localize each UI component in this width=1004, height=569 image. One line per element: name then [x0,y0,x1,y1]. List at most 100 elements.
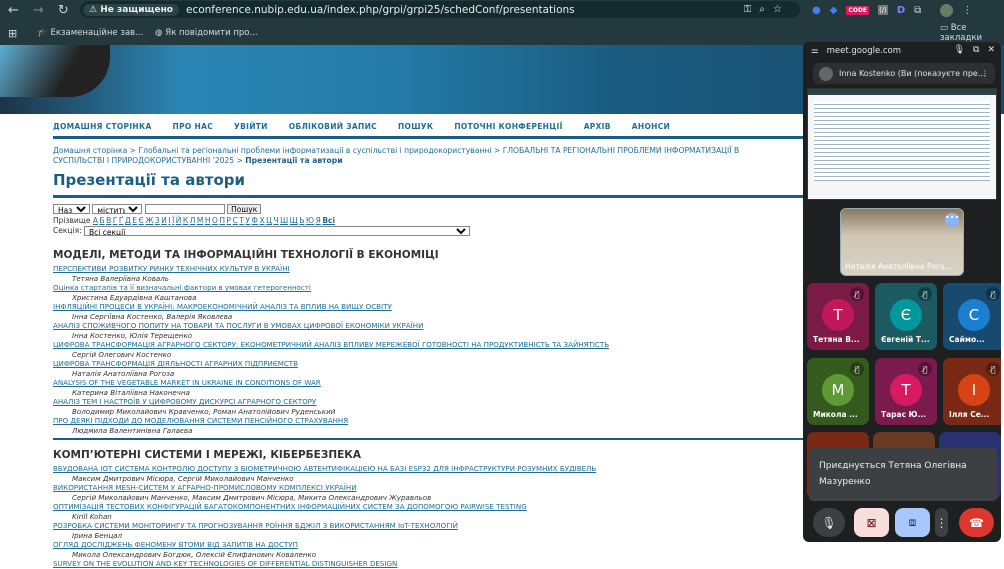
letter-link[interactable]: Е [132,216,137,225]
back-to-tab-icon[interactable]: ⧉ [973,45,979,55]
letter-link[interactable]: Ї [172,216,174,225]
extension-code-icon[interactable]: CODE [846,5,870,15]
screen-share-preview[interactable] [807,88,997,200]
mic-button[interactable]: 🎙 [813,508,845,537]
search-button[interactable]: Пошук [227,204,262,214]
menu-icon[interactable]: ⋮ [962,5,972,16]
letter-link[interactable]: Ж [145,216,153,225]
participant-tile[interactable]: 🎙̸ І Ілля Се... [943,358,1001,425]
presentation-title-link[interactable]: ПРО ДЕЯКІ ПІДХОДИ ДО МОДЕЛЮВАННЯ СИСТЕМИ… [53,416,609,426]
more-icon[interactable]: ••• [945,213,959,227]
presentation-title-link[interactable]: АНАЛІЗ СПОЖИВЧОГО ПОПИТУ НА ТОВАРИ ТА ПО… [53,321,609,331]
letter-link[interactable]: С [233,216,238,225]
extension-blue-icon[interactable]: ● [812,5,821,16]
bookmark-item[interactable]: 🎓 Екзаменаційне зав... [37,28,143,38]
breadcrumb-conference[interactable]: Глобальні та регіональні проблеми інформ… [138,146,491,155]
letter-link[interactable]: М [197,216,203,225]
letter-all-link[interactable]: Всі [322,216,335,225]
letter-link[interactable]: Ц [266,216,272,225]
breadcrumb-home[interactable]: Домашня сторінка [53,146,127,155]
letter-link[interactable]: Т [239,216,244,225]
letter-link[interactable]: Є [139,216,144,225]
presentation-title-link[interactable]: АНАЛІЗ ТЕМ І НАСТРОЇВ У ЦИФРОВОМУ ДИСКУР… [53,397,609,407]
leave-call-button[interactable]: ☎ [959,508,994,537]
password-key-icon[interactable]: ⚿ [744,4,760,15]
present-button[interactable]: ⧈ [895,508,930,537]
address-bar[interactable]: ⚠ Не защищено econference.nubip.edu.ua/i… [80,1,800,18]
presentation-title-link[interactable]: ANALYSIS OF THE VEGETABLE MARKET IN UKRA… [53,378,609,388]
nav-item[interactable]: УВІЙТИ [234,122,268,131]
search-field-select[interactable]: Назва [53,204,90,214]
letter-link[interactable]: О [212,216,218,225]
presentation-title-link[interactable]: ВИКОРИСТАННЯ MESH-СИСТЕМ У АГРАРНО-ПРОМИ… [53,483,596,493]
profile-avatar[interactable] [940,3,954,17]
presentation-title-link[interactable]: ВБУДОВАНА IOT СИСТЕМА КОНТРОЛЮ ДОСТУПУ З… [53,464,596,474]
all-bookmarks[interactable]: ▭ Все закладки [940,23,1004,43]
letter-link[interactable]: А [93,216,98,225]
letter-link[interactable]: У [245,216,250,225]
extension-devtools-icon[interactable]: ⟨/⟩ [878,5,888,15]
letter-link[interactable]: К [183,216,188,225]
participant-tile[interactable]: 🎙̸ Т Тетяна В... [807,283,869,350]
letter-link[interactable]: Ф [252,216,258,225]
participant-tile[interactable]: 🎙̸ Є Євгеній Т... [875,283,937,350]
letter-link[interactable]: І [168,216,170,225]
back-icon[interactable]: ← [8,3,19,18]
more-options-icon[interactable]: ⋮ [981,69,989,78]
letter-link[interactable]: В [106,216,111,225]
letter-link[interactable]: Д [125,216,131,225]
presentation-title-link[interactable]: РОЗРОБКА СИСТЕМИ МОНІТОРИНГУ ТА ПРОГНОЗУ… [53,521,596,531]
letter-link[interactable]: Х [259,216,264,225]
camera-off-button[interactable]: ⊠ [854,508,889,537]
letter-link[interactable]: Р [227,216,232,225]
search-operator-select[interactable]: містить [92,204,143,214]
more-options-button[interactable]: ⋮ [935,508,948,537]
nav-item[interactable]: АНОНСИ [632,122,670,131]
close-icon[interactable]: ✕ [987,45,995,55]
forward-icon[interactable]: → [33,3,44,18]
security-badge[interactable]: ⚠ Не защищено [83,3,179,16]
nav-item[interactable]: ДОМАШНЯ СТОРІНКА [53,122,152,131]
letter-link[interactable]: Я [316,216,321,225]
presentation-title-link[interactable]: ОГЛЯД ДОСЛІДЖЕНЬ ФЕНОМЕНУ ВТОМИ ВІД ЗАПИ… [53,540,596,550]
nav-item[interactable]: ПОТОЧНІ КОНФЕРЕНЦІЇ [454,122,562,131]
participant-tile[interactable]: 🎙̸ С Саймо... [943,283,1001,350]
nav-item[interactable]: ОБЛІКОВИЙ ЗАПИС [289,122,377,131]
letter-link[interactable]: Н [205,216,211,225]
presentation-title-link[interactable]: ПЕРСПЕКТИВИ РОЗВИТКУ РИНКУ ТЕХНІЧНИХ КУЛ… [53,264,609,274]
search-input[interactable] [144,204,225,214]
letter-link[interactable]: З [155,216,160,225]
letter-link[interactable]: Ш [280,216,288,225]
bookmark-item[interactable]: ◍ Як повідомити про... [155,28,257,38]
letter-link[interactable]: Ю [306,216,314,225]
letter-link[interactable]: Б [99,216,104,225]
reload-icon[interactable]: ↻ [58,3,69,18]
presentation-title-link[interactable]: ЦИФРОВА ТРАНСФОРМАЦІЯ ДІЯЛЬНОСТІ АГРАРНИ… [53,359,609,369]
participant-tile[interactable]: 🎙̸ М Микола ... [807,358,869,425]
letter-link[interactable]: Щ [290,216,298,225]
letter-link[interactable]: Ґ [119,216,124,225]
nav-item[interactable]: ПОШУК [398,122,433,131]
extension-d-icon[interactable]: D [897,5,905,16]
presentation-title-link[interactable]: ОПТИМІЗАЦІЯ ТЕСТОВИХ КОНФІГУРАЦІЙ БАГАТО… [53,502,596,512]
participant-tile[interactable]: 🎙̸ Т Тарас Ю... [875,358,937,425]
presentation-title-link[interactable]: ІНФЛЯЦІЙНІ ПРОЦЕСИ В УКРАЇНІ: МАКРОЕКОНО… [53,302,609,312]
letter-link[interactable]: Й [176,216,182,225]
section-select[interactable]: Всі секції [84,226,470,236]
letter-link[interactable]: Л [190,216,196,225]
extension-tag-icon[interactable]: ◆ [830,5,838,16]
apps-icon[interactable]: ⊞ [8,27,17,40]
letter-link[interactable]: П [219,216,225,225]
mic-icon[interactable]: 🎙 [954,45,965,55]
settings-sliders-icon[interactable]: ⚌ [811,46,819,56]
presentation-title-link[interactable]: ЦИФРОВА ТРАНСФОРМАЦІЯ АГРАРНОГО СЕКТОРУ:… [53,340,609,350]
letter-link[interactable]: Ч [273,216,278,225]
extensions-puzzle-icon[interactable]: ⧉ [914,5,921,16]
nav-item[interactable]: ПРО НАС [173,122,213,131]
presentation-title-link[interactable]: Оцінка стартапів та її визначальні факто… [53,283,609,293]
star-icon[interactable]: ☆ [773,4,790,15]
presentation-title-link[interactable]: SURVEY ON THE EVOLUTION AND KEY TECHNOLO… [53,559,596,569]
zoom-icon[interactable]: ⌕ [759,4,773,15]
nav-item[interactable]: АРХІВ [584,122,611,131]
letter-link[interactable]: Ь [299,216,304,225]
